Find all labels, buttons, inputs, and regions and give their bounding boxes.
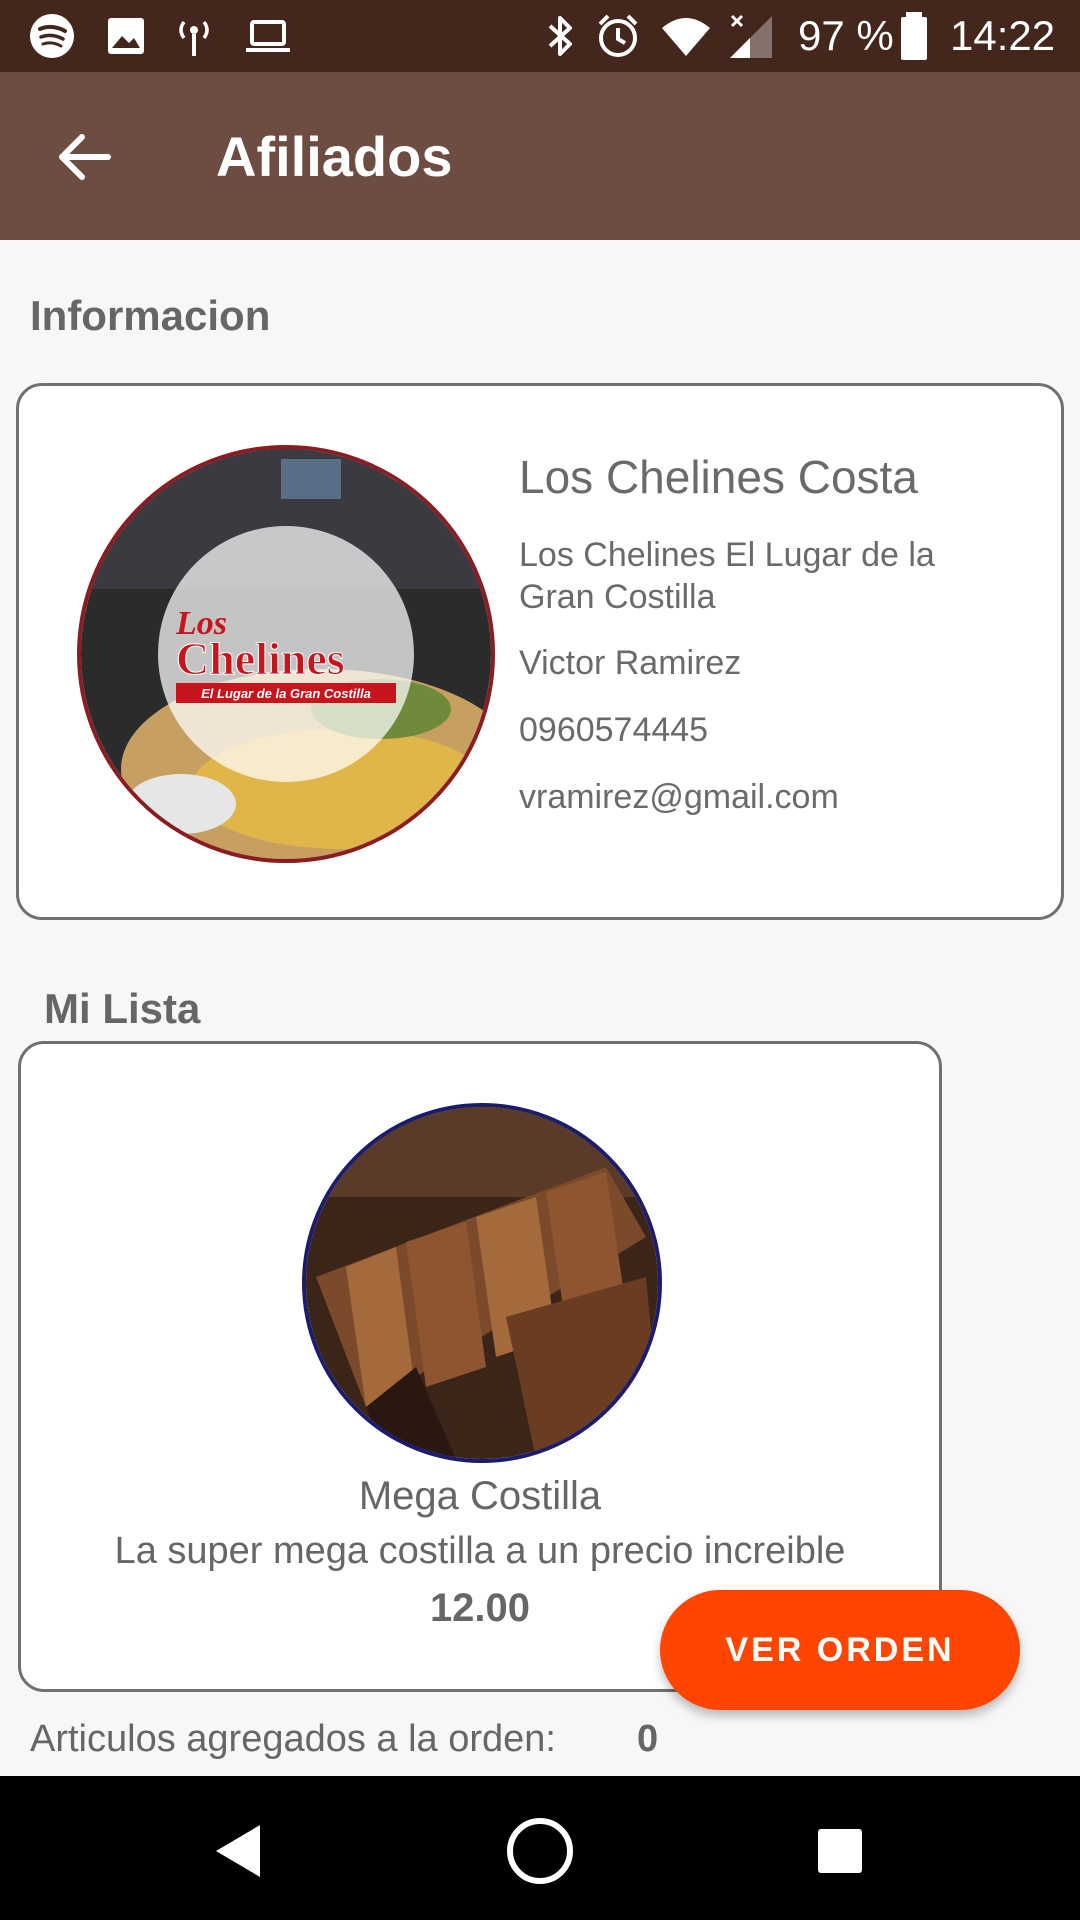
signal-icon <box>730 14 772 58</box>
spotify-icon <box>30 14 74 58</box>
affiliate-owner: Victor Ramirez <box>519 644 742 682</box>
alarm-icon <box>598 14 638 57</box>
app-bar: Afiliados <box>0 72 1080 240</box>
nav-recents-button[interactable] <box>795 1806 885 1896</box>
recents-square-icon <box>818 1829 862 1873</box>
clock: 14:22 <box>950 12 1056 59</box>
nav-back-button[interactable] <box>195 1806 285 1896</box>
product-name: Mega Costilla <box>358 1474 602 1518</box>
product-image <box>302 1103 662 1463</box>
status-bar: 97 % 14:22 <box>0 0 1080 72</box>
home-circle-icon <box>507 1818 573 1884</box>
image-icon <box>108 18 144 54</box>
affiliate-logo-image: Los Chelines El Lugar de la Gran Costill… <box>77 445 495 863</box>
order-counter-label: Articulos agregados a la orden: <box>30 1718 556 1760</box>
logo-line2: Chelines <box>176 633 345 684</box>
affiliate-info-card: Los Chelines El Lugar de la Gran Costill… <box>16 383 1064 920</box>
battery-icon <box>901 12 927 60</box>
order-counter-value: 0 <box>637 1718 659 1760</box>
back-button[interactable] <box>40 112 130 202</box>
page-title: Afiliados <box>216 125 453 188</box>
list-heading: Mi Lista <box>44 985 201 1032</box>
view-order-button[interactable]: VER ORDEN <box>660 1590 1020 1710</box>
system-nav-bar <box>0 1776 1080 1920</box>
back-triangle-icon <box>216 1825 260 1877</box>
hotspot-icon <box>179 20 209 56</box>
product-description: La super mega costilla a un precio incre… <box>114 1530 846 1572</box>
nav-home-button[interactable] <box>495 1806 585 1896</box>
arrow-back-icon <box>59 134 111 180</box>
affiliate-description: Los Chelines El Lugar de la Gran Costill… <box>519 536 935 616</box>
battery-percent: 97 % <box>798 12 894 59</box>
ribs-photo <box>306 1107 658 1459</box>
laptop-icon <box>246 20 290 52</box>
affiliate-phone[interactable]: 0960574445 <box>519 711 708 750</box>
info-heading: Informacion <box>30 292 271 339</box>
restaurant-photo: Los Chelines El Lugar de la Gran Costill… <box>81 449 491 859</box>
bluetooth-icon <box>548 16 572 56</box>
wifi-icon <box>662 18 710 56</box>
affiliate-email[interactable]: vramirez@gmail.com <box>519 778 839 817</box>
logo-tagline: El Lugar de la Gran Costilla <box>201 686 371 701</box>
affiliate-name: Los Chelines Costa <box>519 451 918 503</box>
